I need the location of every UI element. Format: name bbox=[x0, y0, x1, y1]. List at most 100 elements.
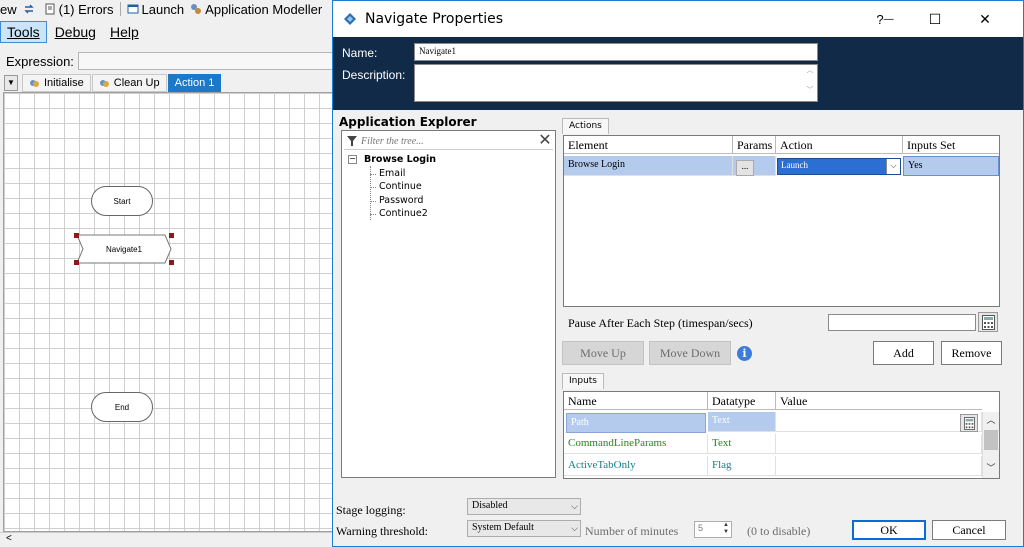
ok-button[interactable]: OK bbox=[852, 520, 926, 540]
pause-input[interactable] bbox=[828, 314, 976, 331]
action-select-value: Launch bbox=[781, 160, 808, 170]
description-scrollbar[interactable]: ︿ ﹀ bbox=[803, 65, 817, 101]
description-label: Description: bbox=[342, 68, 406, 82]
tree-node-email[interactable]: Email bbox=[348, 167, 436, 181]
scroll-left-icon[interactable]: < bbox=[6, 533, 12, 544]
scroll-thumb[interactable] bbox=[984, 430, 998, 450]
inputs-cell-datatype[interactable]: Text bbox=[708, 434, 776, 454]
refresh-icon[interactable] bbox=[23, 3, 38, 15]
background-menubar: Tools Debug Help bbox=[0, 21, 147, 43]
remove-button[interactable]: Remove bbox=[941, 341, 1002, 365]
inputs-cell-name[interactable]: Path bbox=[566, 413, 706, 433]
inputs-header-value[interactable]: Value bbox=[776, 392, 982, 410]
menu-debug[interactable]: Debug bbox=[49, 22, 102, 42]
menu-tools[interactable]: Tools bbox=[0, 21, 47, 43]
chevron-down-icon[interactable]: ⌵ bbox=[886, 159, 900, 174]
maximize-button[interactable]: ☐ bbox=[913, 1, 957, 37]
actions-grid: Element Params Action Inputs Set Browse … bbox=[563, 135, 1000, 307]
tree-node-password[interactable]: Password bbox=[348, 194, 436, 208]
tab-clean-up[interactable]: Clean Up bbox=[91, 74, 167, 92]
name-label: Name: bbox=[342, 46, 378, 60]
warning-threshold-label: Warning threshold: bbox=[336, 524, 429, 538]
application-modeller-button[interactable]: Application Modeller bbox=[190, 2, 322, 17]
stage-label: Navigate1 bbox=[105, 244, 143, 254]
add-button[interactable]: Add bbox=[873, 341, 934, 365]
actions-tab[interactable]: Actions bbox=[562, 118, 609, 134]
canvas-horizontal-scrollbar[interactable]: < bbox=[0, 532, 333, 547]
actions-cell-element[interactable]: Browse Login bbox=[564, 156, 733, 176]
modeller-icon bbox=[191, 4, 202, 14]
value-calculator-button[interactable] bbox=[960, 414, 978, 432]
errors-button[interactable]: (1) Errors bbox=[44, 2, 114, 17]
end-stage[interactable]: End bbox=[91, 392, 153, 422]
inputs-header-name[interactable]: Name bbox=[564, 392, 708, 410]
start-stage[interactable]: Start bbox=[91, 186, 153, 216]
dialog-titlebar[interactable]: Navigate Properties ? — ☐ ✕ bbox=[333, 1, 1023, 37]
action-select[interactable]: Launch ⌵ bbox=[777, 158, 901, 175]
actions-cell-inputs-set[interactable]: Yes bbox=[903, 156, 999, 176]
inputs-cell-value[interactable] bbox=[776, 434, 982, 454]
expression-field[interactable] bbox=[77, 52, 340, 70]
tree-node-browse-login[interactable]: − Browse Login bbox=[348, 153, 436, 167]
tree-node-label: Password bbox=[379, 194, 424, 206]
inputs-cell-datatype[interactable]: Flag bbox=[708, 456, 776, 476]
tab-label: Clean Up bbox=[113, 77, 160, 89]
tree-filter[interactable]: Filter the tree... ✕ bbox=[344, 133, 553, 150]
stepper-arrows-icon[interactable]: ▲ ▼ bbox=[721, 522, 731, 537]
chevron-down-icon[interactable]: ⌵ bbox=[571, 521, 578, 536]
inputs-cell-value[interactable] bbox=[776, 412, 982, 432]
tree-node-label: Continue bbox=[379, 181, 422, 192]
tree-node-continue2[interactable]: Continue2 bbox=[348, 207, 436, 221]
actions-header-element[interactable]: Element bbox=[564, 136, 733, 154]
inputs-cell-datatype[interactable]: Text bbox=[708, 412, 776, 432]
filter-icon bbox=[347, 136, 357, 146]
pause-calculator-button[interactable] bbox=[978, 312, 998, 332]
inputs-cell-name[interactable]: CommandLineParams bbox=[564, 434, 708, 454]
tab-action-1[interactable]: Action 1 bbox=[167, 74, 222, 92]
info-icon[interactable]: i bbox=[737, 346, 752, 361]
move-up-button[interactable]: Move Up bbox=[562, 341, 644, 365]
move-down-button[interactable]: Move Down bbox=[649, 341, 731, 365]
cancel-button[interactable]: Cancel bbox=[932, 520, 1006, 540]
collapse-icon[interactable]: − bbox=[348, 155, 357, 164]
tab-label: Initialise bbox=[44, 77, 84, 89]
actions-header-params[interactable]: Params bbox=[733, 136, 776, 154]
tab-initialise[interactable]: Initialise bbox=[22, 74, 91, 92]
maximize-icon: ☐ bbox=[928, 10, 942, 27]
tree-node-label: Email bbox=[379, 167, 406, 179]
warning-threshold-select[interactable]: System Default ⌵ bbox=[467, 520, 581, 537]
inputs-header-datatype[interactable]: Datatype bbox=[708, 392, 776, 410]
minutes-stepper[interactable]: 5 ▲ ▼ bbox=[694, 521, 732, 538]
inputs-cell-value[interactable] bbox=[776, 456, 982, 476]
actions-header-inputs-set[interactable]: Inputs Set bbox=[903, 136, 999, 154]
navigate-stage[interactable]: Navigate1 bbox=[74, 233, 174, 265]
stage-logging-label: Stage logging: bbox=[336, 503, 406, 517]
menu-help[interactable]: Help bbox=[104, 22, 145, 42]
stage-label: End bbox=[114, 402, 130, 412]
close-button[interactable]: ✕ bbox=[963, 1, 1007, 37]
params-ellipsis-button[interactable]: ... bbox=[736, 160, 754, 176]
stage-logging-select[interactable]: Disabled ⌵ bbox=[467, 498, 581, 515]
help-button[interactable]: ? — bbox=[863, 1, 907, 37]
page-icon bbox=[30, 79, 39, 87]
name-input[interactable]: Navigate1 bbox=[414, 43, 818, 61]
scroll-up-icon[interactable]: ︿ bbox=[983, 412, 999, 428]
inputs-cell-name[interactable]: ActiveTabOnly bbox=[564, 456, 708, 476]
launch-button[interactable]: Launch bbox=[127, 2, 184, 17]
view-menu-fragment[interactable]: ew bbox=[0, 2, 17, 17]
process-canvas[interactable]: Start Navigate1 End bbox=[3, 92, 333, 532]
description-input[interactable]: ︿ ﹀ bbox=[414, 64, 818, 102]
chevron-down-icon[interactable]: ⌵ bbox=[571, 499, 578, 514]
tree-node-continue[interactable]: Continue bbox=[348, 180, 436, 194]
minutes-hint: (0 to disable) bbox=[747, 524, 811, 538]
tab-dropdown-button[interactable]: ▼ bbox=[4, 75, 18, 91]
close-icon: ✕ bbox=[979, 10, 991, 27]
help-icon: ? bbox=[876, 11, 884, 27]
clear-filter-icon[interactable]: ✕ bbox=[537, 133, 553, 149]
actions-header-action[interactable]: Action bbox=[776, 136, 903, 154]
scroll-down-icon[interactable]: ﹀ bbox=[983, 460, 999, 476]
toolbar-separator bbox=[119, 2, 121, 16]
inputs-tab[interactable]: Inputs bbox=[562, 373, 604, 389]
inputs-vertical-scrollbar[interactable]: ︿ ﹀ bbox=[982, 412, 999, 478]
dialog-title: Navigate Properties bbox=[365, 11, 503, 27]
